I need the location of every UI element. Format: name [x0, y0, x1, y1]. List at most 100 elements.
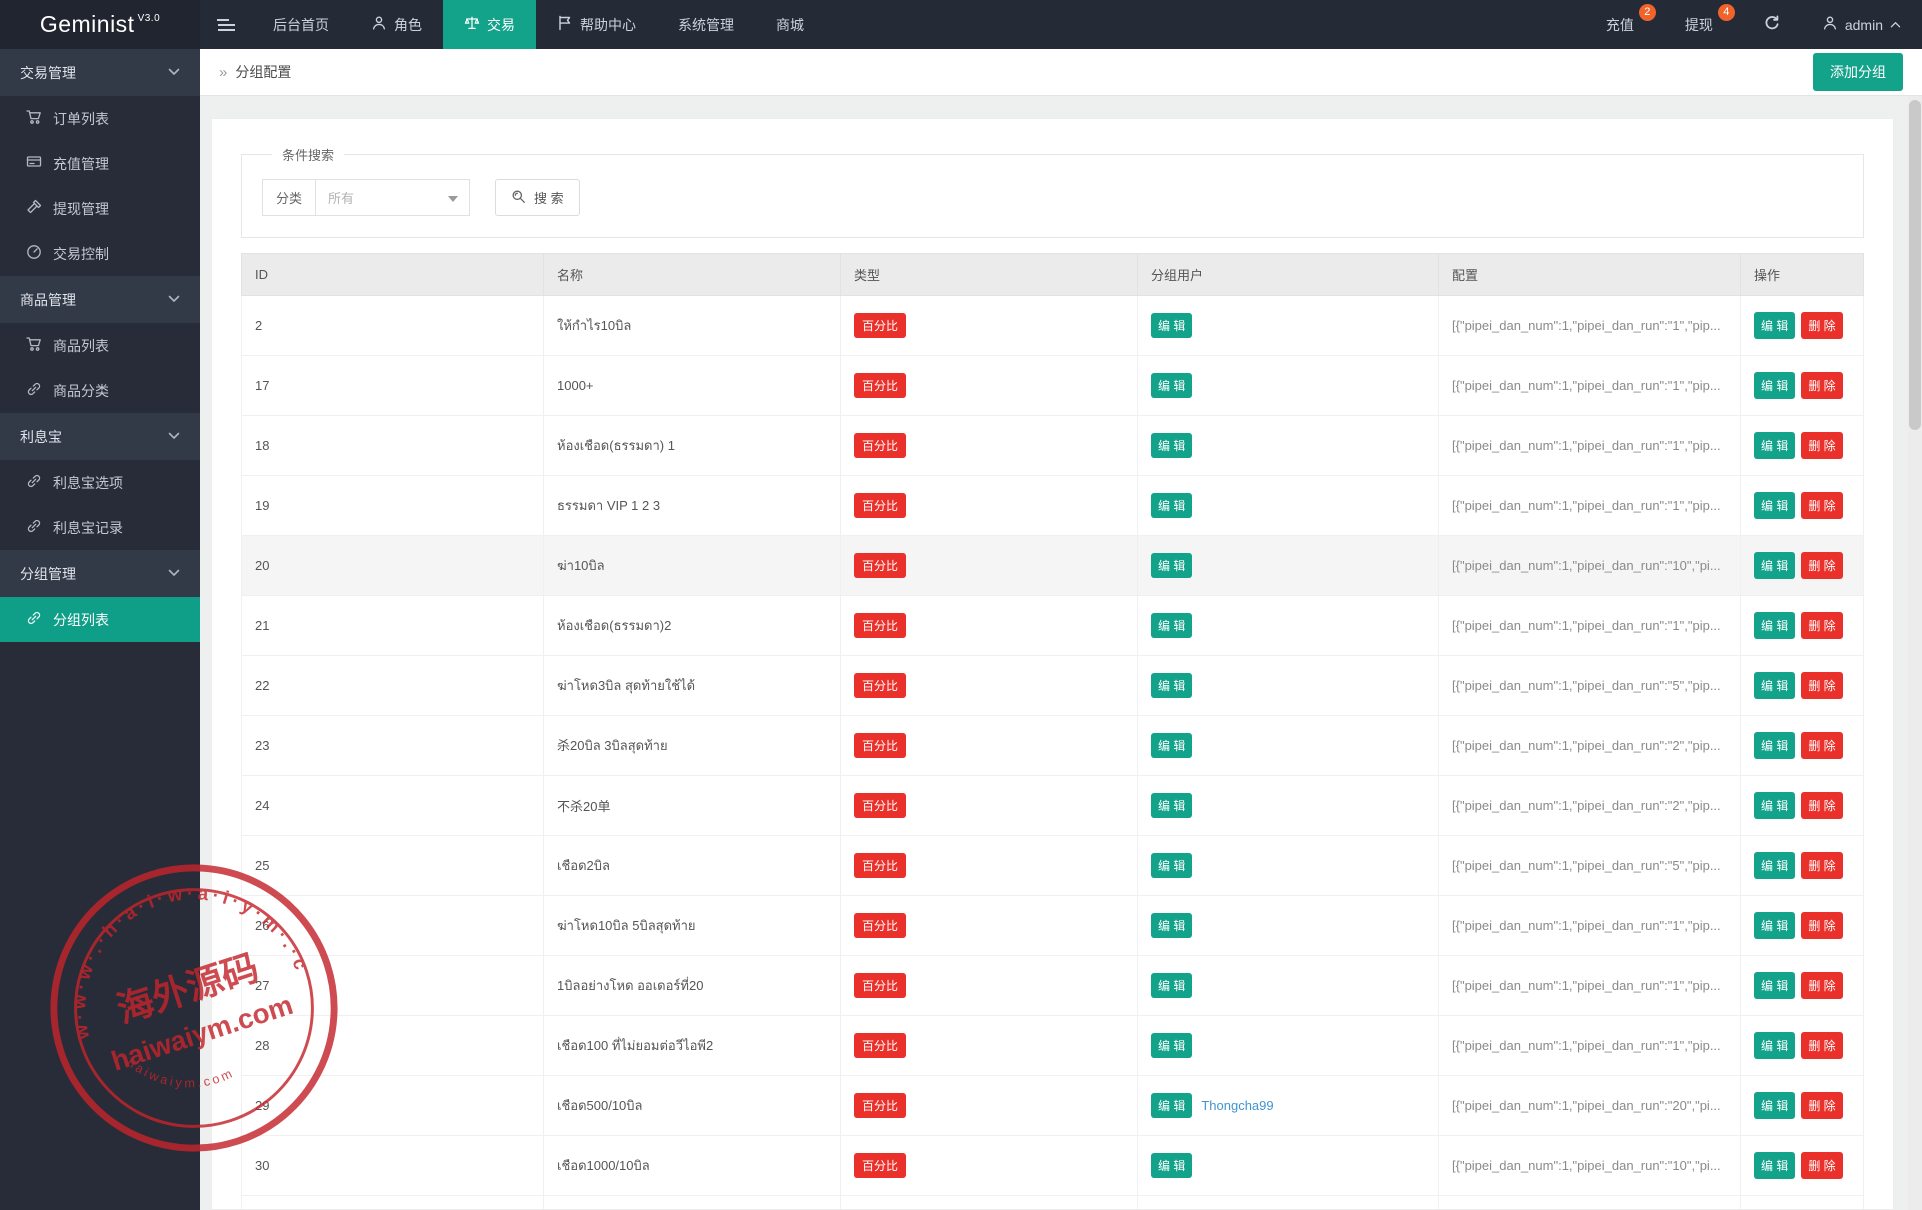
row-delete-button[interactable]: 删 除 [1801, 972, 1842, 999]
cell-config: [{"pipei_dan_num":1,"pipei_dan_run":"10"… [1439, 536, 1741, 596]
row-edit-button[interactable]: 编 辑 [1754, 312, 1795, 339]
row-delete-button[interactable]: 删 除 [1801, 552, 1842, 579]
sidebar-section-group[interactable]: 分组管理 [0, 550, 200, 597]
row-delete-button[interactable]: 删 除 [1801, 1152, 1842, 1179]
cell-type: 百分比 [841, 1136, 1138, 1196]
sidebar-item-group-list[interactable]: 分组列表 [0, 597, 200, 642]
cell-config: [{"pipei_dan_num":1,"pipei_dan_run":"10"… [1439, 1136, 1741, 1196]
group-user-link[interactable]: Thongcha99 [1201, 1098, 1273, 1113]
row-delete-button[interactable]: 删 除 [1801, 852, 1842, 879]
hamburger-icon [217, 19, 229, 21]
scrollbar-thumb[interactable] [1909, 100, 1921, 430]
col-type: 类型 [841, 254, 1138, 296]
row-edit-button[interactable]: 编 辑 [1754, 552, 1795, 579]
group-edit-button[interactable]: 编 辑 [1151, 973, 1192, 998]
sidebar-toggle-button[interactable] [200, 0, 252, 49]
nav-item-trade[interactable]: 交易 [443, 0, 536, 49]
row-edit-button[interactable]: 编 辑 [1754, 912, 1795, 939]
cell-type: 百分比 [841, 296, 1138, 356]
sidebar-item-withdraw-mgmt[interactable]: 提现管理 [0, 186, 200, 231]
row-delete-button[interactable]: 删 除 [1801, 372, 1842, 399]
category-select[interactable]: 所有 [315, 179, 470, 216]
sidebar-item-goods-list[interactable]: 商品列表 [0, 323, 200, 368]
row-edit-button[interactable]: 编 辑 [1754, 1092, 1795, 1119]
nav-item-roles[interactable]: 角色 [350, 0, 443, 49]
sidebar-item-order-list[interactable]: 订单列表 [0, 96, 200, 141]
row-edit-button[interactable]: 编 辑 [1754, 1032, 1795, 1059]
row-edit-button[interactable]: 编 辑 [1754, 852, 1795, 879]
sidebar-section-trade[interactable]: 交易管理 [0, 49, 200, 96]
cell-id: 27 [242, 956, 544, 1016]
row-edit-button[interactable]: 编 辑 [1754, 732, 1795, 759]
row-edit-button[interactable]: 编 辑 [1754, 432, 1795, 459]
gauge-icon [26, 244, 42, 263]
row-edit-button[interactable]: 编 辑 [1754, 672, 1795, 699]
group-edit-button[interactable]: 编 辑 [1151, 493, 1192, 518]
refresh-button[interactable] [1743, 0, 1801, 49]
cell-config: [{"pipei_dan_num":1,"pipei_dan_run":"2",… [1439, 776, 1741, 836]
nav-withdraw[interactable]: 提现 4 [1664, 0, 1743, 49]
cell-actions: 编 辑删 除 [1741, 1016, 1864, 1076]
row-edit-button[interactable]: 编 辑 [1754, 612, 1795, 639]
group-edit-button[interactable]: 编 辑 [1151, 1093, 1192, 1118]
table-row: 29 เชือด500/10บิล 百分比 编 辑Thongcha99 [{"p… [242, 1076, 1864, 1136]
row-edit-button[interactable]: 编 辑 [1754, 792, 1795, 819]
sidebar-section-lixibao[interactable]: 利息宝 [0, 413, 200, 460]
group-edit-button[interactable]: 编 辑 [1151, 1033, 1192, 1058]
group-edit-button[interactable]: 编 辑 [1151, 313, 1192, 338]
user-icon [371, 15, 387, 34]
cell-name: เชือด500/10บิล [544, 1076, 841, 1136]
nav-item-help[interactable]: 帮助中心 [536, 0, 657, 49]
group-edit-button[interactable]: 编 辑 [1151, 1153, 1192, 1178]
cell-config: [{"pipei_dan_num":1,"pipei_dan_run":"5",… [1439, 1196, 1741, 1210]
group-edit-button[interactable]: 编 辑 [1151, 373, 1192, 398]
row-delete-button[interactable]: 删 除 [1801, 612, 1842, 639]
row-delete-button[interactable]: 删 除 [1801, 492, 1842, 519]
row-delete-button[interactable]: 删 除 [1801, 432, 1842, 459]
row-edit-button[interactable]: 编 辑 [1754, 372, 1795, 399]
row-delete-button[interactable]: 删 除 [1801, 792, 1842, 819]
row-edit-button[interactable]: 编 辑 [1754, 1152, 1795, 1179]
cell-name: เชือด100 ที่ไม่ยอมต่อวีไอพี2 [544, 1016, 841, 1076]
group-edit-button[interactable]: 编 辑 [1151, 853, 1192, 878]
sidebar-item-lixibao-options[interactable]: 利息宝选项 [0, 460, 200, 505]
row-delete-button[interactable]: 删 除 [1801, 732, 1842, 759]
row-edit-button[interactable]: 编 辑 [1754, 492, 1795, 519]
sidebar-item-trade-control[interactable]: 交易控制 [0, 231, 200, 276]
sidebar-item-goods-category[interactable]: 商品分类 [0, 368, 200, 413]
row-edit-button[interactable]: 编 辑 [1754, 972, 1795, 999]
nav-recharge[interactable]: 充值 2 [1585, 0, 1664, 49]
nav-item-system[interactable]: 系统管理 [657, 0, 755, 49]
cell-group-user: 编 辑 [1138, 896, 1439, 956]
group-edit-button[interactable]: 编 辑 [1151, 733, 1192, 758]
group-edit-button[interactable]: 编 辑 [1151, 613, 1192, 638]
cell-type: 百分比 [841, 1076, 1138, 1136]
nav-item-dashboard[interactable]: 后台首页 [252, 0, 350, 49]
group-edit-button[interactable]: 编 辑 [1151, 793, 1192, 818]
add-group-button[interactable]: 添加分组 [1813, 53, 1903, 91]
cell-type: 百分比 [841, 656, 1138, 716]
row-delete-button[interactable]: 删 除 [1801, 672, 1842, 699]
group-edit-button[interactable]: 编 辑 [1151, 433, 1192, 458]
scrollbar-track[interactable] [1908, 96, 1922, 1210]
row-delete-button[interactable]: 删 除 [1801, 912, 1842, 939]
cell-config: [{"pipei_dan_num":1,"pipei_dan_run":"2",… [1439, 716, 1741, 776]
sidebar-section-goods[interactable]: 商品管理 [0, 276, 200, 323]
sidebar-item-recharge-mgmt[interactable]: 充值管理 [0, 141, 200, 186]
cell-config: [{"pipei_dan_num":1,"pipei_dan_run":"1",… [1439, 956, 1741, 1016]
group-edit-button[interactable]: 编 辑 [1151, 553, 1192, 578]
group-edit-button[interactable]: 编 辑 [1151, 673, 1192, 698]
user-menu[interactable]: admin [1801, 0, 1922, 49]
nav-item-mall[interactable]: 商城 [755, 0, 825, 49]
cell-actions: 编 辑删 除 [1741, 1196, 1864, 1210]
group-edit-button[interactable]: 编 辑 [1151, 913, 1192, 938]
row-delete-button[interactable]: 删 除 [1801, 312, 1842, 339]
sidebar-item-lixibao-records[interactable]: 利息宝记录 [0, 505, 200, 550]
row-delete-button[interactable]: 删 除 [1801, 1092, 1842, 1119]
search-panel: 条件搜索 分类 所有 搜 索 [241, 145, 1864, 238]
cell-type: 百分比 [841, 836, 1138, 896]
chevron-up-icon [1890, 17, 1901, 33]
row-delete-button[interactable]: 删 除 [1801, 1032, 1842, 1059]
search-button[interactable]: 搜 索 [495, 179, 580, 216]
table-row: 26 ฆ่าโหด10บิล 5บิลสุดท้าย 百分比 编 辑 [{"pi… [242, 896, 1864, 956]
